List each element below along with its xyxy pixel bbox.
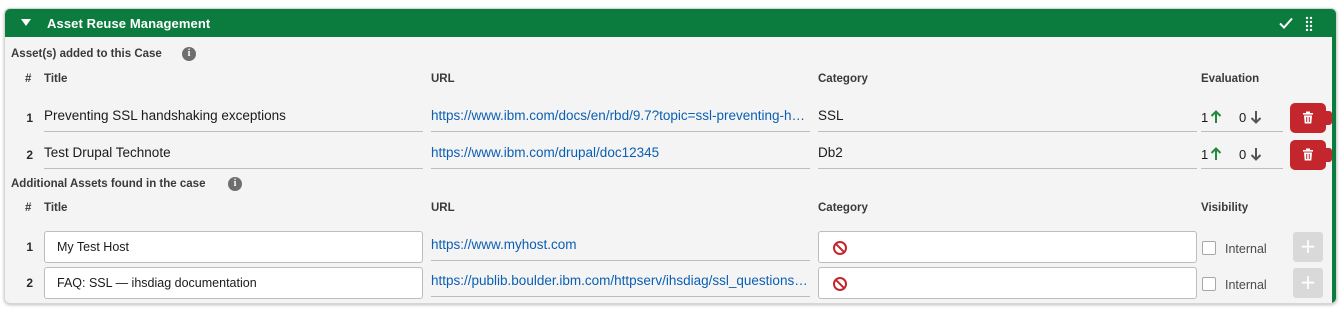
- delete-asset-button[interactable]: [1290, 103, 1332, 133]
- row-number: 1: [26, 240, 33, 254]
- thumbs-down-arrow-icon[interactable]: [1250, 110, 1262, 124]
- downvote-count: 0: [1239, 110, 1247, 125]
- col-header-url: URL: [431, 73, 455, 85]
- info-icon[interactable]: i: [228, 177, 242, 191]
- asset-url-link[interactable]: https://www.ibm.com/docs/en/rbd/9.7?topi…: [431, 102, 810, 132]
- drag-handle-icon[interactable]: [1304, 15, 1314, 31]
- category-select[interactable]: [818, 231, 1197, 263]
- col-header-title: Title: [44, 202, 68, 214]
- check-icon[interactable]: [1278, 15, 1294, 31]
- trash-icon: [1303, 111, 1313, 124]
- visibility-label: Internal: [1225, 278, 1267, 292]
- ban-icon: [833, 241, 847, 255]
- col-header-visibility: Visibility: [1201, 202, 1249, 214]
- internal-checkbox[interactable]: [1202, 277, 1216, 291]
- add-asset-button[interactable]: +: [1293, 232, 1323, 262]
- asset-title-input[interactable]: FAQ: SSL — ihsdiag documentation: [44, 267, 423, 299]
- asset-url-link[interactable]: https://publib.boulder.ibm.com/httpserv/…: [431, 267, 810, 297]
- additional-assets-section-label: Additional Assets found in the case: [11, 178, 206, 190]
- col-header-category: Category: [818, 73, 868, 85]
- downvote-count: 0: [1239, 147, 1247, 162]
- col-header-num: #: [25, 73, 32, 85]
- add-asset-button[interactable]: +: [1293, 268, 1323, 298]
- collapse-caret-icon[interactable]: [21, 19, 31, 26]
- asset-url-link[interactable]: https://www.myhost.com: [431, 231, 810, 261]
- row-number: 1: [26, 111, 33, 125]
- upvote-count: 1: [1201, 147, 1209, 162]
- upvote-count: 1: [1201, 110, 1209, 125]
- asset-reuse-panel: Asset Reuse Management Asset(s) added to…: [4, 8, 1337, 304]
- info-icon[interactable]: i: [182, 47, 196, 61]
- col-header-category: Category: [818, 202, 868, 214]
- row-number: 2: [26, 276, 33, 290]
- asset-category: SSL: [818, 102, 1197, 132]
- asset-title: Test Drupal Technote: [44, 139, 423, 169]
- col-header-title: Title: [44, 73, 68, 85]
- thumbs-down-arrow-icon[interactable]: [1250, 147, 1262, 161]
- row-number: 2: [26, 148, 33, 162]
- ban-icon: [833, 277, 847, 291]
- col-header-num: #: [25, 202, 32, 214]
- thumbs-up-arrow-icon[interactable]: [1210, 110, 1222, 124]
- internal-checkbox[interactable]: [1202, 241, 1216, 255]
- asset-url-link[interactable]: https://www.ibm.com/drupal/doc12345: [431, 139, 810, 169]
- category-select[interactable]: [818, 267, 1197, 299]
- panel-accent-bar: [1332, 9, 1336, 303]
- asset-title-input[interactable]: My Test Host: [44, 231, 423, 263]
- trash-icon: [1303, 148, 1313, 161]
- panel-title: Asset Reuse Management: [47, 16, 211, 31]
- asset-category: Db2: [818, 139, 1197, 169]
- col-header-url: URL: [431, 202, 455, 214]
- panel-header[interactable]: Asset Reuse Management: [5, 9, 1336, 37]
- col-header-evaluation: Evaluation: [1201, 73, 1260, 85]
- asset-title: Preventing SSL handshaking exceptions: [44, 102, 423, 132]
- added-assets-section-label: Asset(s) added to this Case: [11, 48, 162, 60]
- delete-asset-button[interactable]: [1290, 140, 1332, 170]
- thumbs-up-arrow-icon[interactable]: [1210, 147, 1222, 161]
- visibility-label: Internal: [1225, 242, 1267, 256]
